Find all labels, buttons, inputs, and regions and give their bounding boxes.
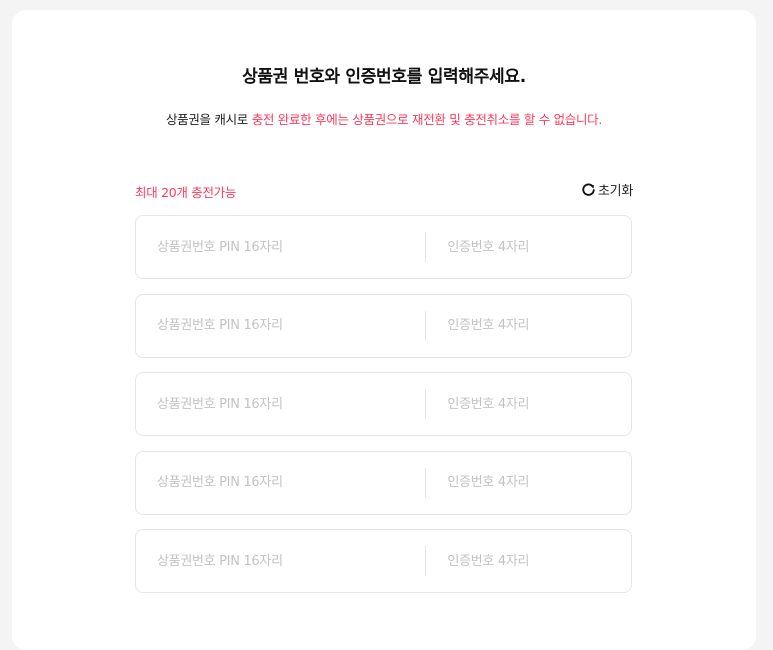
pin-input[interactable] xyxy=(136,451,426,514)
charge-limit-label: 최대 20개 충전가능 xyxy=(135,185,237,200)
auth-code-input[interactable] xyxy=(426,373,631,435)
pin-input[interactable] xyxy=(136,216,426,278)
auth-code-input[interactable] xyxy=(426,451,631,514)
gift-card-row xyxy=(135,450,632,515)
pin-input[interactable] xyxy=(136,530,426,592)
reset-label: 초기화 xyxy=(598,184,633,199)
auth-code-input[interactable] xyxy=(426,216,631,278)
notice-prefix: 상품권을 캐시로 xyxy=(165,112,249,127)
notice-warning: 충전 완료한 후에는 상품권으로 재전환 및 충전취소를 할 수 없습니다. xyxy=(251,112,603,127)
pin-input[interactable] xyxy=(136,294,426,357)
refresh-icon xyxy=(581,182,596,197)
gift-card-row xyxy=(135,215,632,279)
auth-code-input[interactable] xyxy=(426,294,631,357)
auth-code-input[interactable] xyxy=(426,530,631,592)
charge-notice: 상품권을 캐시로 충전 완료한 후에는 상품권으로 재전환 및 충전취소를 할 … xyxy=(0,109,768,128)
gift-card-row xyxy=(135,293,632,358)
page-title: 상품권 번호와 인증번호를 입력해주세요. xyxy=(242,67,526,87)
gift-card-row xyxy=(135,529,632,593)
gift-card-row xyxy=(135,372,632,436)
pin-input[interactable] xyxy=(136,373,426,435)
reset-button[interactable]: 초기화 xyxy=(581,180,633,199)
gift-card-input-list xyxy=(135,215,632,608)
